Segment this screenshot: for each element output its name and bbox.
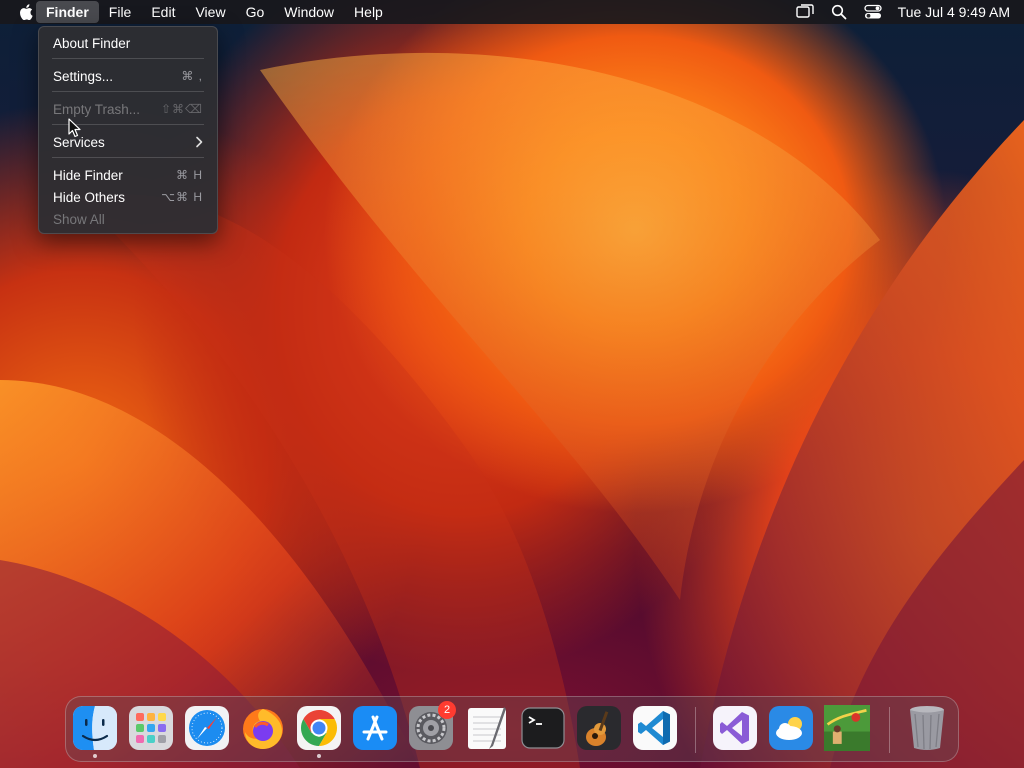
menu-item-hide-others[interactable]: Hide Others ⌥⌘ H	[53, 187, 203, 207]
menu-item-shortcut: ⌘ ,	[181, 69, 203, 83]
menu-file[interactable]: File	[99, 1, 142, 23]
firefox-icon	[243, 709, 283, 749]
mouse-cursor-icon	[68, 118, 81, 138]
vscode-icon	[633, 706, 677, 750]
chevron-right-icon	[196, 136, 203, 148]
app-store-icon	[353, 706, 397, 750]
trash-icon	[910, 706, 944, 750]
game-icon	[824, 705, 870, 751]
menu-finder[interactable]: Finder	[36, 1, 99, 23]
menu-separator	[52, 58, 204, 59]
notification-badge: 2	[438, 701, 456, 719]
menu-separator	[52, 91, 204, 92]
menu-item-label: Hide Finder	[53, 167, 123, 183]
running-indicator	[317, 754, 321, 758]
menu-item-label: About Finder	[53, 35, 131, 51]
dock-app-safari[interactable]	[184, 703, 230, 753]
dock-app-firefox[interactable]	[240, 703, 286, 753]
chrome-icon	[297, 706, 341, 750]
dock-app-chrome[interactable]	[296, 703, 342, 758]
menu-view[interactable]: View	[185, 1, 235, 23]
running-indicator	[93, 754, 97, 758]
menu-go[interactable]: Go	[236, 1, 275, 23]
safari-icon	[185, 706, 229, 750]
dock-app-system-settings[interactable]: 2	[408, 701, 456, 753]
menu-item-about-finder[interactable]: About Finder	[53, 33, 203, 53]
apple-menu-button[interactable]	[16, 2, 36, 22]
menu-separator	[52, 157, 204, 158]
menu-edit[interactable]: Edit	[141, 1, 185, 23]
dock-app-finder[interactable]	[72, 703, 118, 758]
finder-icon	[73, 706, 117, 750]
visual-studio-icon	[713, 706, 757, 750]
spotlight-search-icon[interactable]	[828, 1, 850, 23]
dock-app-terminal[interactable]	[520, 703, 566, 753]
menu-window[interactable]: Window	[274, 1, 344, 23]
dock-separator	[889, 707, 890, 753]
garageband-icon	[577, 706, 621, 750]
weather-icon	[769, 706, 813, 750]
dock: 2	[65, 696, 959, 762]
dock-app-visual-studio[interactable]	[712, 703, 758, 753]
menu-item-shortcut: ⇧⌘⌫	[160, 102, 203, 116]
finder-menu-dropdown: About Finder Settings... ⌘ , Empty Trash…	[38, 26, 218, 234]
terminal-icon	[521, 707, 565, 749]
menubar-status-area: Tue Jul 4 9:49 AM	[782, 0, 1010, 24]
menu-item-show-all[interactable]: Show All	[53, 209, 203, 229]
menu-help[interactable]: Help	[344, 1, 393, 23]
menu-item-label: Empty Trash...	[53, 101, 141, 117]
menu-item-label: Show All	[53, 211, 105, 227]
screen-mirroring-icon[interactable]	[794, 1, 816, 23]
menu-item-empty-trash[interactable]: Empty Trash... ⇧⌘⌫	[53, 99, 203, 119]
menu-item-shortcut: ⌥⌘ H	[161, 190, 203, 204]
menu-item-hide-finder[interactable]: Hide Finder ⌘ H	[53, 165, 203, 185]
menu-item-label: Settings...	[53, 68, 114, 84]
control-center-icon[interactable]	[862, 1, 884, 23]
textedit-icon	[468, 707, 506, 749]
menu-item-shortcut: ⌘ H	[176, 168, 203, 182]
dock-app-game[interactable]	[824, 703, 870, 753]
dock-app-app-store[interactable]	[352, 703, 398, 753]
dock-app-weather[interactable]	[768, 703, 814, 753]
dock-app-launchpad[interactable]	[128, 703, 174, 753]
launchpad-icon	[129, 706, 173, 750]
menu-bar: Finder File Edit View Go Window Help Tue…	[0, 0, 1024, 24]
menubar-clock[interactable]: Tue Jul 4 9:49 AM	[898, 4, 1010, 20]
dock-app-garageband[interactable]	[576, 703, 622, 753]
dock-trash[interactable]	[904, 703, 950, 753]
apple-logo-icon	[20, 4, 33, 20]
dock-app-textedit[interactable]	[464, 703, 510, 753]
menu-item-settings[interactable]: Settings... ⌘ ,	[53, 66, 203, 86]
dock-separator	[695, 707, 696, 753]
menu-item-label: Hide Others	[53, 189, 126, 205]
dock-app-vscode[interactable]	[632, 703, 678, 753]
